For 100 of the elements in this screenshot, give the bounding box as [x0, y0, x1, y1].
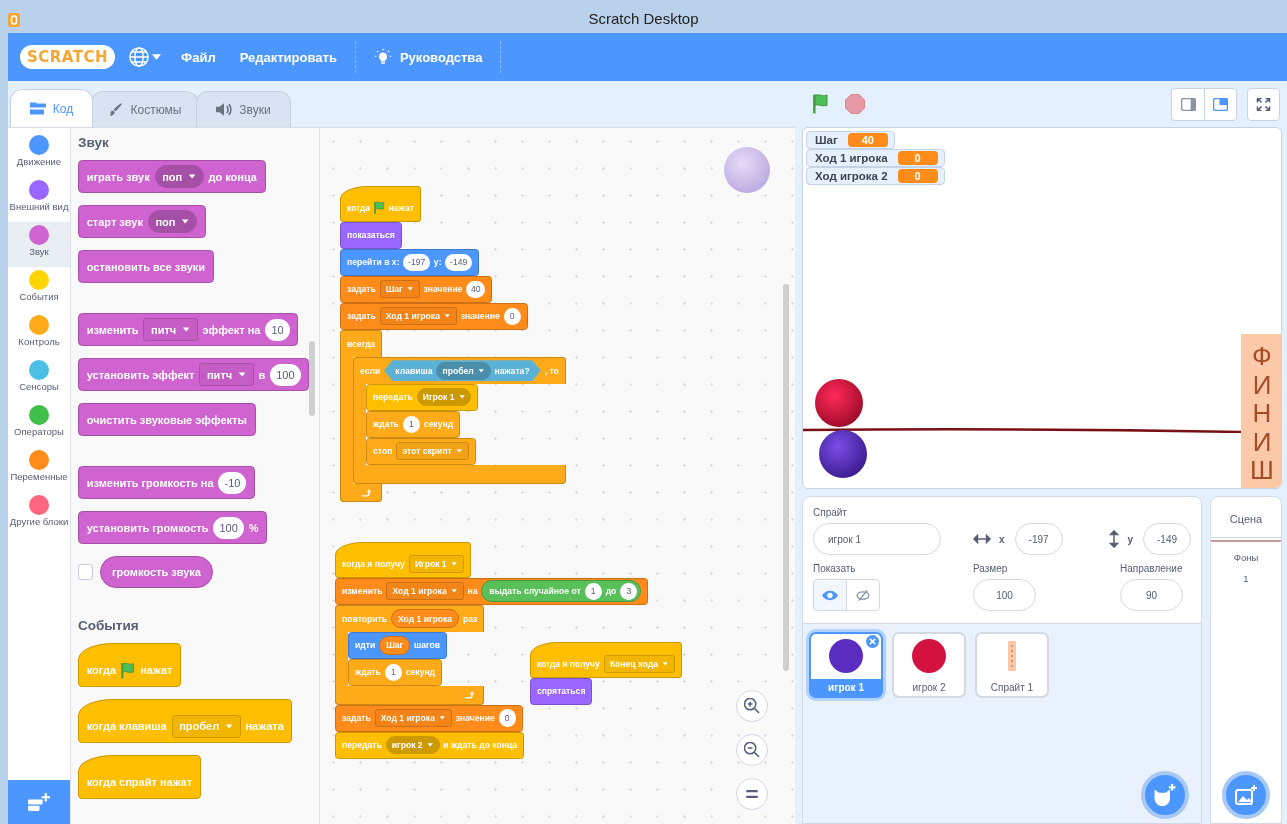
number-input[interactable]: 40 [466, 280, 486, 298]
code-block[interactable]: ждать 1 секунд [366, 410, 461, 438]
editor-tab[interactable]: Костюмы [91, 91, 198, 127]
checkbox[interactable] [78, 564, 94, 580]
code-block[interactable]: старт звук поп [78, 205, 206, 238]
block-label: когда [347, 203, 370, 214]
boolean-block[interactable]: клавиша пробел нажата? [384, 360, 541, 381]
add-extension-button[interactable] [8, 780, 70, 824]
reporter-block[interactable]: выдать случайное от 1 до 3 [481, 580, 642, 602]
code-block[interactable]: остановить все звуки [78, 250, 214, 283]
code-block[interactable]: играть звук поп до конца [78, 160, 266, 193]
category-item[interactable]: Звук [8, 222, 70, 267]
zoom-in-button[interactable] [736, 690, 768, 722]
category-item[interactable]: Движение [8, 132, 70, 177]
category-label: Сенсоры [19, 382, 59, 393]
delete-icon[interactable] [866, 635, 879, 648]
flag-icon [373, 201, 385, 215]
sprite-tile[interactable]: Спрайт 1 [975, 632, 1049, 698]
code-block[interactable]: передать игрок 2 и ждать до конца [335, 731, 525, 759]
code-block[interactable]: показаться [340, 221, 402, 249]
block-dropdown[interactable]: поп [147, 209, 197, 234]
lightbulb-icon [373, 48, 392, 66]
editor-tab[interactable]: Звуки [196, 91, 291, 127]
block-dropdown[interactable]: Ход 1 игрока [379, 307, 457, 326]
block-dropdown[interactable]: питч [143, 317, 198, 342]
block-dropdown[interactable]: игрок 2 [385, 735, 440, 754]
reporter-block[interactable]: громкость звука [100, 556, 213, 588]
block-label: повторить [342, 613, 387, 624]
category-item[interactable]: Контроль [8, 312, 70, 357]
equals-icon [746, 790, 758, 798]
number-input[interactable]: 100 [270, 363, 301, 386]
number-input[interactable]: 3 [620, 582, 638, 600]
sprite-tile[interactable]: игрок 2 [892, 632, 966, 698]
number-input[interactable]: 1 [584, 582, 602, 600]
editor-tab[interactable]: Код [10, 89, 93, 127]
tutorials-button[interactable]: Руководства [361, 42, 495, 72]
code-block[interactable]: задать Шаг значение 40 [340, 275, 493, 303]
code-block[interactable]: задать Ход 1 игрока значение 0 [340, 302, 528, 330]
scrollbar[interactable] [309, 341, 315, 416]
number-input[interactable]: -197 [403, 253, 430, 271]
code-block[interactable]: задать Ход 1 игрока значение 0 [335, 704, 523, 732]
hidden-eye-icon [855, 589, 871, 601]
variable-monitor[interactable]: Ход 1 игрока 0 [806, 149, 945, 167]
code-block[interactable]: спрятаться [530, 677, 593, 705]
code-block[interactable]: перейти в x: -197 y: -149 [340, 248, 480, 276]
block-dropdown[interactable]: Игрок 1 [416, 388, 472, 407]
code-block[interactable]: установить громкость 100 % [78, 511, 268, 544]
backdrop-thumbnail[interactable] [1211, 537, 1281, 542]
stop-button[interactable] [842, 91, 868, 117]
show-button[interactable] [813, 579, 847, 611]
category-item[interactable]: Другие блоки [8, 492, 70, 537]
add-sprite-button[interactable] [1141, 771, 1189, 819]
number-input[interactable]: 100 [213, 516, 244, 539]
menu-item[interactable]: Редактировать [227, 42, 349, 72]
add-backdrop-button[interactable] [1222, 771, 1270, 819]
variable-monitor[interactable]: Шаг 40 [806, 131, 895, 149]
block-label: и ждать до конца [443, 740, 518, 750]
block-label: раз [462, 613, 478, 624]
c-block-header[interactable]: если клавиша пробел нажата? , то [353, 356, 566, 384]
zoom-out-button[interactable] [736, 734, 768, 766]
code-block[interactable]: ждать 1 секунд [348, 658, 443, 686]
sprite-tile[interactable]: игрок 1 [809, 632, 883, 698]
block-dropdown[interactable]: Ход 1 игрока [386, 582, 464, 601]
code-block[interactable]: изменить громкость на -10 [78, 466, 256, 499]
number-input[interactable]: -149 [445, 253, 472, 271]
stage-size-button[interactable] [1204, 87, 1237, 121]
code-block[interactable]: изменить Ход 1 игрока на выдать случайное от 1 до 3 [335, 577, 649, 605]
number-input[interactable]: 1 [384, 663, 402, 681]
zoom-reset-button[interactable] [736, 778, 768, 810]
section-heading: Звук [78, 135, 110, 150]
number-input[interactable]: 10 [265, 318, 290, 341]
code-block[interactable]: очистить звуковые эффекты [78, 403, 256, 436]
category-label: Внешний вид [9, 202, 69, 213]
fullscreen-button[interactable] [1247, 87, 1280, 121]
code-block[interactable]: передать Игрок 1 [366, 383, 479, 411]
category-item[interactable]: Переменные [8, 447, 70, 492]
code-block[interactable]: изменить питч эффект на 10 [78, 313, 299, 346]
block-dropdown[interactable]: Ход 1 игрока [374, 708, 452, 727]
block-dropdown[interactable]: пробел [436, 361, 491, 380]
number-input[interactable]: 0 [498, 709, 516, 727]
block-dropdown[interactable]: поп [154, 164, 204, 189]
code-block[interactable]: установить эффект питч в 100 [78, 358, 310, 391]
number-input[interactable]: 1 [402, 415, 420, 433]
scrollbar[interactable] [783, 284, 789, 671]
variable-monitor[interactable]: Ход игрока 2 0 [806, 167, 945, 185]
block-dropdown[interactable]: Шаг [379, 280, 420, 299]
block-dropdown[interactable]: питч [199, 362, 254, 387]
category-item[interactable]: Операторы [8, 402, 70, 447]
category-item[interactable]: Сенсоры [8, 357, 70, 402]
sprite-name: Спрайт 1 [989, 681, 1035, 695]
code-block[interactable]: идти Шаг шагов [348, 631, 447, 659]
number-input[interactable]: 0 [503, 307, 521, 325]
category-item[interactable]: События [8, 267, 70, 312]
stage[interactable]: Шаг 40 Ход 1 игрока 0 Ход игрока 2 0 ФИНИШ [802, 127, 1282, 489]
caret-icon [426, 743, 434, 747]
menu-item[interactable]: Файл [169, 42, 228, 72]
stage-size-button[interactable] [1171, 87, 1204, 121]
number-input[interactable]: -10 [218, 471, 247, 494]
category-item[interactable]: Внешний вид [8, 177, 70, 222]
hide-button[interactable] [846, 579, 880, 611]
